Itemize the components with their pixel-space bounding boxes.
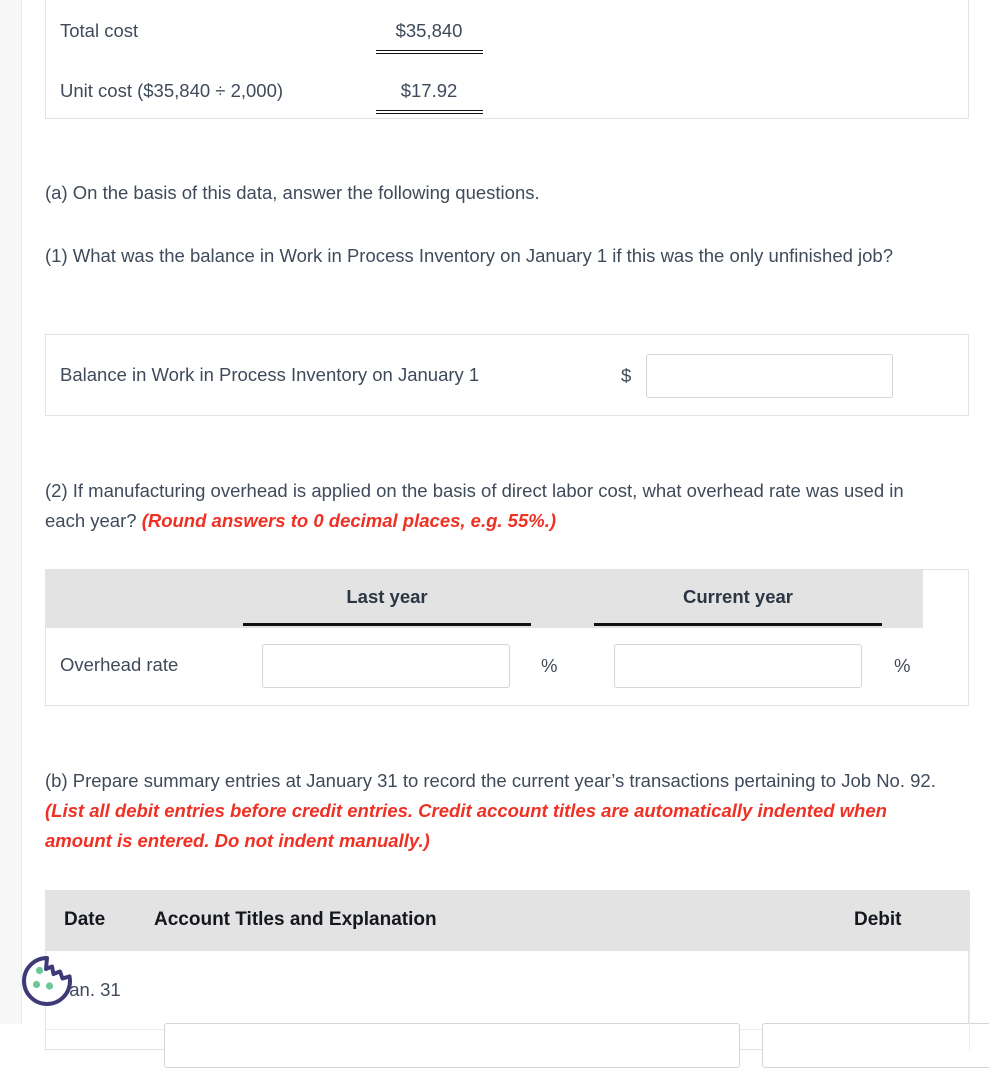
unit-cost-double-rule [376, 110, 483, 111]
balance-answer-table: Balance in Work in Process Inventory on … [45, 334, 969, 416]
question-a1-text: (1) What was the balance in Work in Proc… [45, 245, 894, 266]
balance-row-label: Balance in Work in Process Inventory on … [60, 364, 480, 385]
percent-label-last-year: % [541, 655, 558, 676]
journal-column-divider [969, 951, 970, 1051]
overhead-header-current-year: Current year [682, 586, 793, 607]
question-b-instruction: (List all debit entries before credit en… [45, 800, 887, 851]
cost-row-label: Total cost [60, 20, 139, 41]
overhead-header-last-year: Last year [346, 586, 428, 607]
cookie-chip-dot [35, 966, 44, 975]
assignment-page: Total cost $35,840 Unit cost ($35,840 ÷ … [0, 0, 989, 1068]
journal-header-debit: Debit [854, 909, 902, 930]
journal-debit-input[interactable] [762, 1023, 989, 1068]
percent-label-current-year: % [894, 655, 911, 676]
overhead-current-year-input[interactable] [614, 644, 862, 688]
table-row: Unit cost ($35,840 ÷ 2,000) $17.92 [46, 61, 968, 121]
journal-entry-table: Date Account Titles and Explanation Debi… [45, 890, 989, 1068]
overhead-rate-table: Last year Current year Overhead rate % % [45, 569, 969, 706]
total-cost-double-rule [376, 50, 483, 51]
overhead-row-label: Overhead rate [60, 654, 179, 675]
cost-row-value: $35,840 [395, 20, 463, 41]
dollar-sign-label: $ [621, 365, 632, 386]
question-b-plain: (b) Prepare summary entries at January 3… [45, 770, 936, 791]
journal-header-account: Account Titles and Explanation [154, 909, 437, 930]
question-b-text: (b) Prepare summary entries at January 3… [45, 766, 945, 856]
overhead-header-rule-last-year [243, 623, 531, 626]
table-row: Total cost $35,840 [46, 1, 968, 61]
question-a2-text: (2) If manufacturing overhead is applied… [45, 476, 945, 536]
cookie-chip-dot [32, 980, 41, 989]
overhead-header-rule-current-year [594, 623, 882, 626]
question-a-intro: (a) On the basis of this data, answer th… [45, 182, 540, 203]
question-a2-instruction: (Round answers to 0 decimal places, e.g.… [141, 510, 557, 531]
journal-header-date: Date [64, 909, 106, 930]
balance-input[interactable] [646, 354, 893, 398]
cost-row-label: Unit cost ($35,840 ÷ 2,000) [60, 80, 284, 101]
journal-account-input[interactable] [164, 1023, 740, 1068]
overhead-last-year-input[interactable] [262, 644, 510, 688]
cookie-consent-icon[interactable] [19, 953, 75, 1009]
cost-row-value: $17.92 [400, 80, 458, 101]
cookie-chip-dot [45, 982, 54, 990]
cost-summary-table: Total cost $35,840 Unit cost ($35,840 ÷ … [45, 0, 969, 119]
table-row: Jan. 31 [46, 951, 989, 1068]
